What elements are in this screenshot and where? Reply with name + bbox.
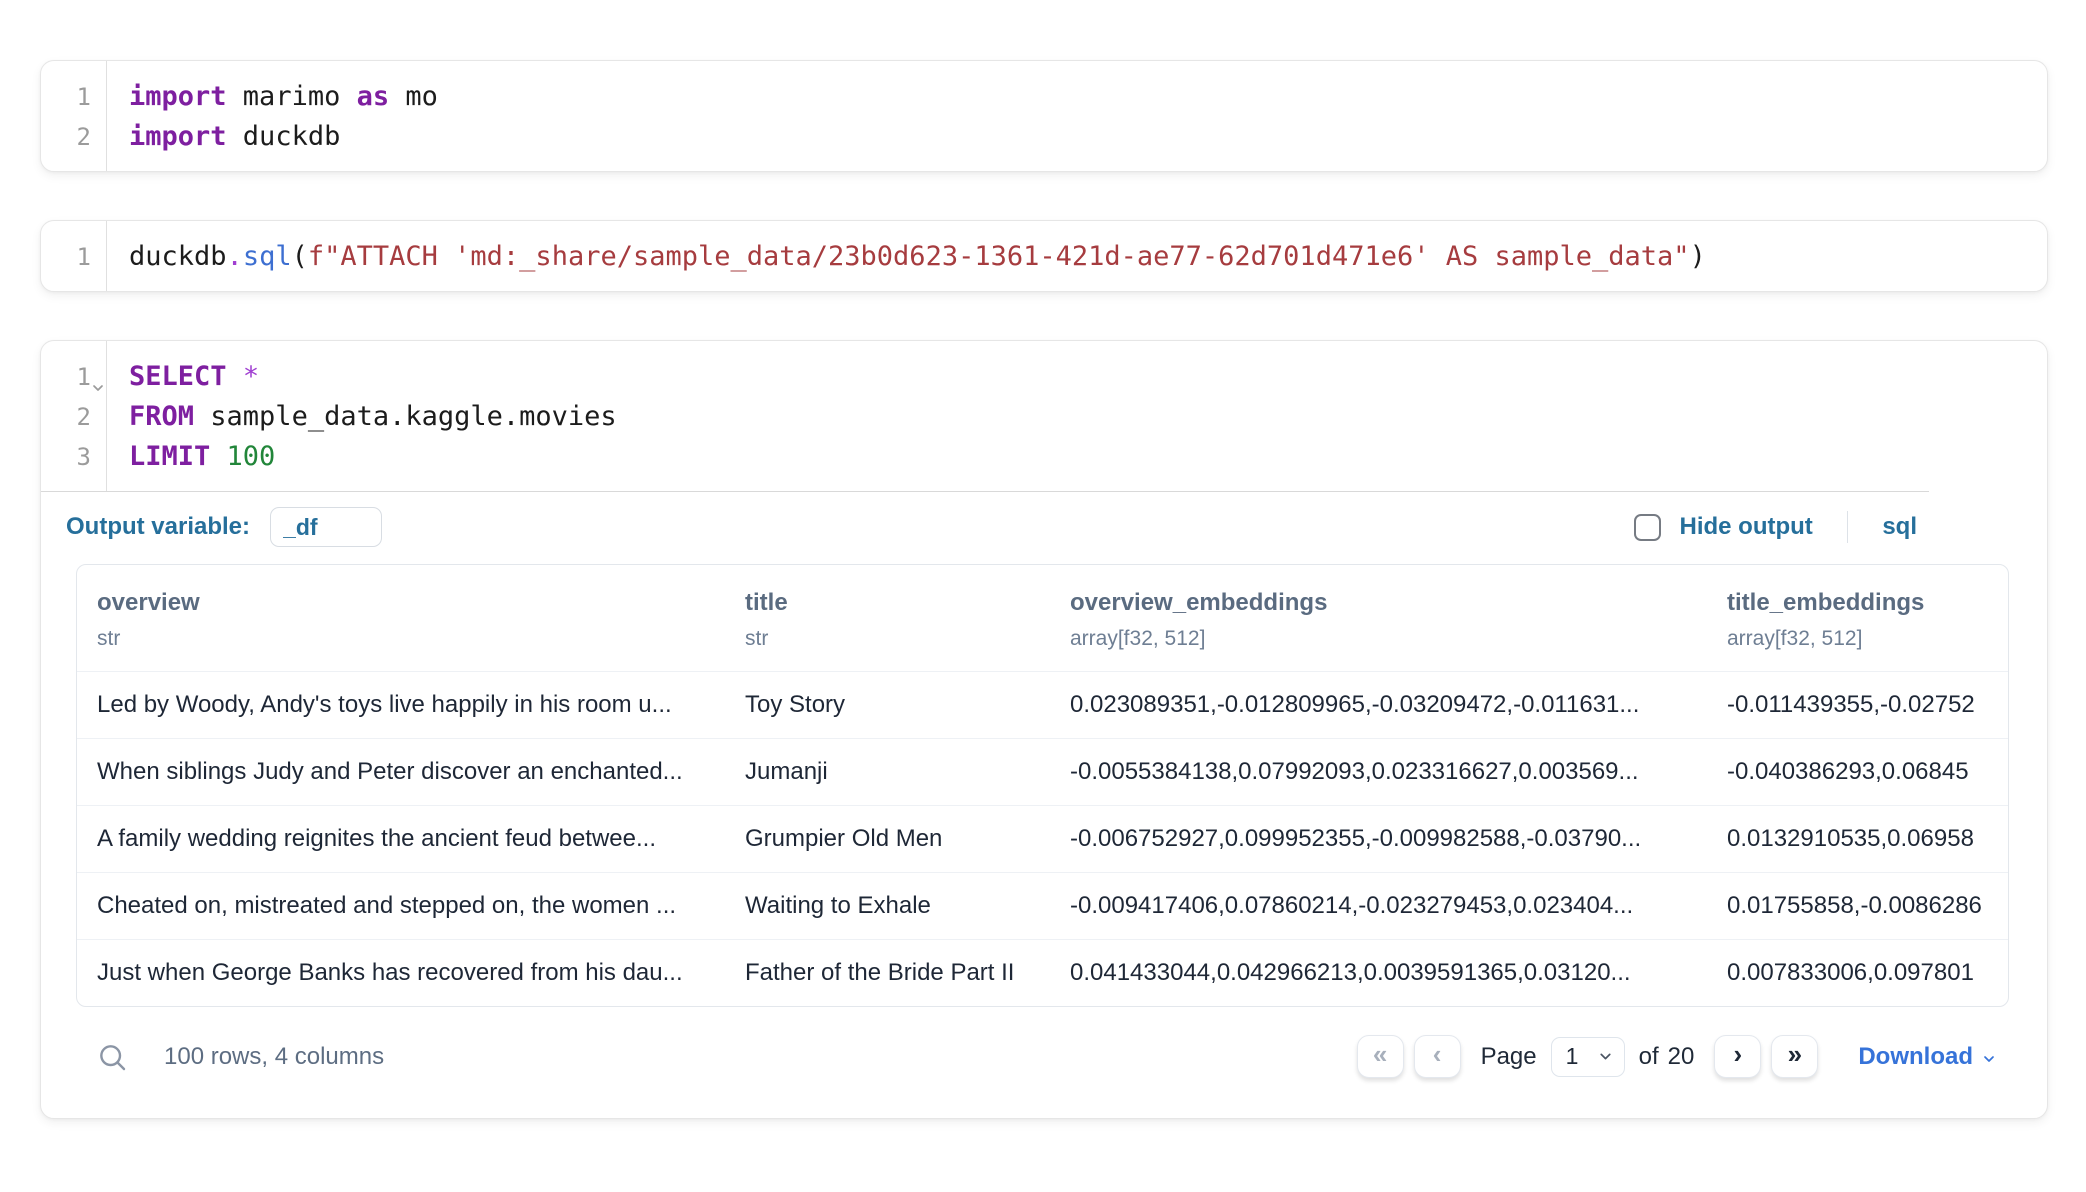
code-line[interactable]: SELECT *	[129, 357, 2047, 397]
next-page-button[interactable]: ›	[1714, 1035, 1761, 1078]
column-header-overview_embeddings[interactable]: overview_embeddings array[f32, 512]	[1050, 565, 1707, 672]
line-number-gutter: 123	[41, 341, 107, 491]
results-table-container: overview str title str overview_embeddingsar…	[76, 564, 2009, 1007]
column-name: title	[745, 589, 1034, 617]
table-cell: 0.0132910535,0.06958	[1707, 806, 2008, 873]
chevron-down-icon	[1597, 1048, 1614, 1065]
code-line[interactable]: LIMIT 100	[129, 437, 2047, 477]
hide-output-label: Hide output	[1680, 513, 1813, 541]
code-cell-attach: 1 duckdb.sql(f"ATTACH 'md:_share/sample_d…	[40, 220, 2048, 292]
column-type: str	[97, 627, 709, 651]
notebook: 12import marimo as moimport duckdb 1duck…	[0, 0, 2086, 1119]
first-page-button[interactable]: «	[1357, 1035, 1404, 1078]
table-cell: 0.041433044,0.042966213,0.0039591365,0.0…	[1050, 940, 1707, 1007]
row-count-summary: 100 rows, 4 columns	[164, 1043, 384, 1071]
table-cell: When siblings Judy and Peter discover an…	[77, 739, 725, 806]
table-footer: 100 rows, 4 columns « ‹ Page 1 of20 › » …	[41, 1007, 2047, 1118]
output-variable-label: Output variable:	[66, 513, 250, 541]
code-line[interactable]: import duckdb	[129, 117, 2047, 157]
page-select[interactable]: 1	[1551, 1037, 1625, 1077]
table-cell: A family wedding reignites the ancient f…	[77, 806, 725, 873]
total-pages-text: of20	[1639, 1043, 1695, 1071]
table-cell: -0.011439355,-0.02752	[1707, 672, 2008, 739]
vertical-divider	[1847, 511, 1849, 543]
column-header-overview[interactable]: overview str	[77, 565, 725, 672]
results-table: overview str title str overview_embeddingsar…	[77, 565, 2008, 1006]
code-line[interactable]: import marimo as mo	[129, 77, 2047, 117]
table-cell: Waiting to Exhale	[725, 873, 1050, 940]
table-cell: Cheated on, mistreated and stepped on, t…	[77, 873, 725, 940]
code-lines[interactable]: duckdb.sql(f"ATTACH 'md:_share/sample_da…	[107, 221, 2047, 291]
line-number-gutter: 1	[41, 221, 107, 291]
line-number: 1	[41, 237, 106, 277]
table-cell: Father of the Bride Part II	[725, 940, 1050, 1007]
table-row[interactable]: A family wedding reignites the ancient f…	[77, 806, 2008, 873]
code-line[interactable]: FROM sample_data.kaggle.movies	[129, 397, 2047, 437]
code-cell-imports: 12import marimo as moimport duckdb	[40, 60, 2048, 172]
sql-code-editor[interactable]: 123SELECT *FROM sample_data.kaggle.movie…	[41, 341, 2047, 491]
page-select-value: 1	[1566, 1043, 1579, 1070]
output-bar-controls: Hide output sql	[1634, 511, 1918, 543]
line-number: 2	[41, 117, 106, 157]
code-line[interactable]: duckdb.sql(f"ATTACH 'md:_share/sample_da…	[129, 237, 2047, 277]
code-lines[interactable]: SELECT *FROM sample_data.kaggle.moviesLI…	[107, 341, 2047, 491]
page-label: Page	[1481, 1043, 1537, 1071]
sql-cell: 123SELECT *FROM sample_data.kaggle.movie…	[40, 340, 2048, 1119]
search-icon[interactable]	[96, 1041, 128, 1073]
table-cell: -0.009417406,0.07860214,-0.023279453,0.0…	[1050, 873, 1707, 940]
output-variable-bar: Output variable: Hide output sql	[41, 492, 2047, 564]
download-label: Download	[1858, 1043, 1973, 1071]
last-page-button[interactable]: »	[1771, 1035, 1818, 1078]
chevron-down-icon	[1981, 1051, 1997, 1067]
code-lines[interactable]: import marimo as moimport duckdb	[107, 61, 2047, 171]
table-cell: Led by Woody, Andy's toys live happily i…	[77, 672, 725, 739]
line-number: 3	[41, 437, 106, 477]
column-header-title[interactable]: title str	[725, 565, 1050, 672]
table-row[interactable]: Just when George Banks has recovered fro…	[77, 940, 2008, 1007]
table-row[interactable]: When siblings Judy and Peter discover an…	[77, 739, 2008, 806]
table-cell: Toy Story	[725, 672, 1050, 739]
column-name: overview_embeddings	[1070, 589, 1691, 617]
language-badge: sql	[1882, 513, 1917, 541]
table-cell: -0.006752927,0.099952355,-0.009982588,-0…	[1050, 806, 1707, 873]
line-number-gutter: 12	[41, 61, 107, 171]
column-type: array[f32, 512]	[1727, 627, 1992, 651]
code-editor[interactable]: 12import marimo as moimport duckdb	[41, 61, 2047, 171]
table-row[interactable]: Led by Woody, Andy's toys live happily i…	[77, 672, 2008, 739]
table-cell: Jumanji	[725, 739, 1050, 806]
table-row[interactable]: Cheated on, mistreated and stepped on, t…	[77, 873, 2008, 940]
table-cell: -0.0055384138,0.07992093,0.023316627,0.0…	[1050, 739, 1707, 806]
column-header-title_embeddings[interactable]: title_embeddings array[f32, 512]	[1707, 565, 2008, 672]
line-number: 1	[41, 357, 106, 397]
table-cell: Just when George Banks has recovered fro…	[77, 940, 725, 1007]
previous-page-button[interactable]: ‹	[1414, 1035, 1461, 1078]
table-cell: -0.040386293,0.06845	[1707, 739, 2008, 806]
output-variable-input[interactable]	[270, 507, 382, 547]
table-cell: 0.007833006,0.097801	[1707, 940, 2008, 1007]
pagination: « ‹ Page 1 of20 › » Download	[1357, 1035, 1997, 1078]
line-number: 1	[41, 77, 106, 117]
code-editor[interactable]: 1 duckdb.sql(f"ATTACH 'md:_share/sample_d…	[41, 221, 2047, 291]
hide-output-checkbox[interactable]	[1634, 514, 1661, 541]
table-cell: 0.023089351,-0.012809965,-0.03209472,-0.…	[1050, 672, 1707, 739]
column-type: str	[745, 627, 1034, 651]
line-number: 2	[41, 397, 106, 437]
download-button[interactable]: Download	[1858, 1043, 1997, 1071]
column-type: array[f32, 512]	[1070, 627, 1691, 651]
column-name: title_embeddings	[1727, 589, 1992, 617]
column-name: overview	[97, 589, 709, 617]
table-cell: 0.01755858,-0.0086286	[1707, 873, 2008, 940]
table-cell: Grumpier Old Men	[725, 806, 1050, 873]
